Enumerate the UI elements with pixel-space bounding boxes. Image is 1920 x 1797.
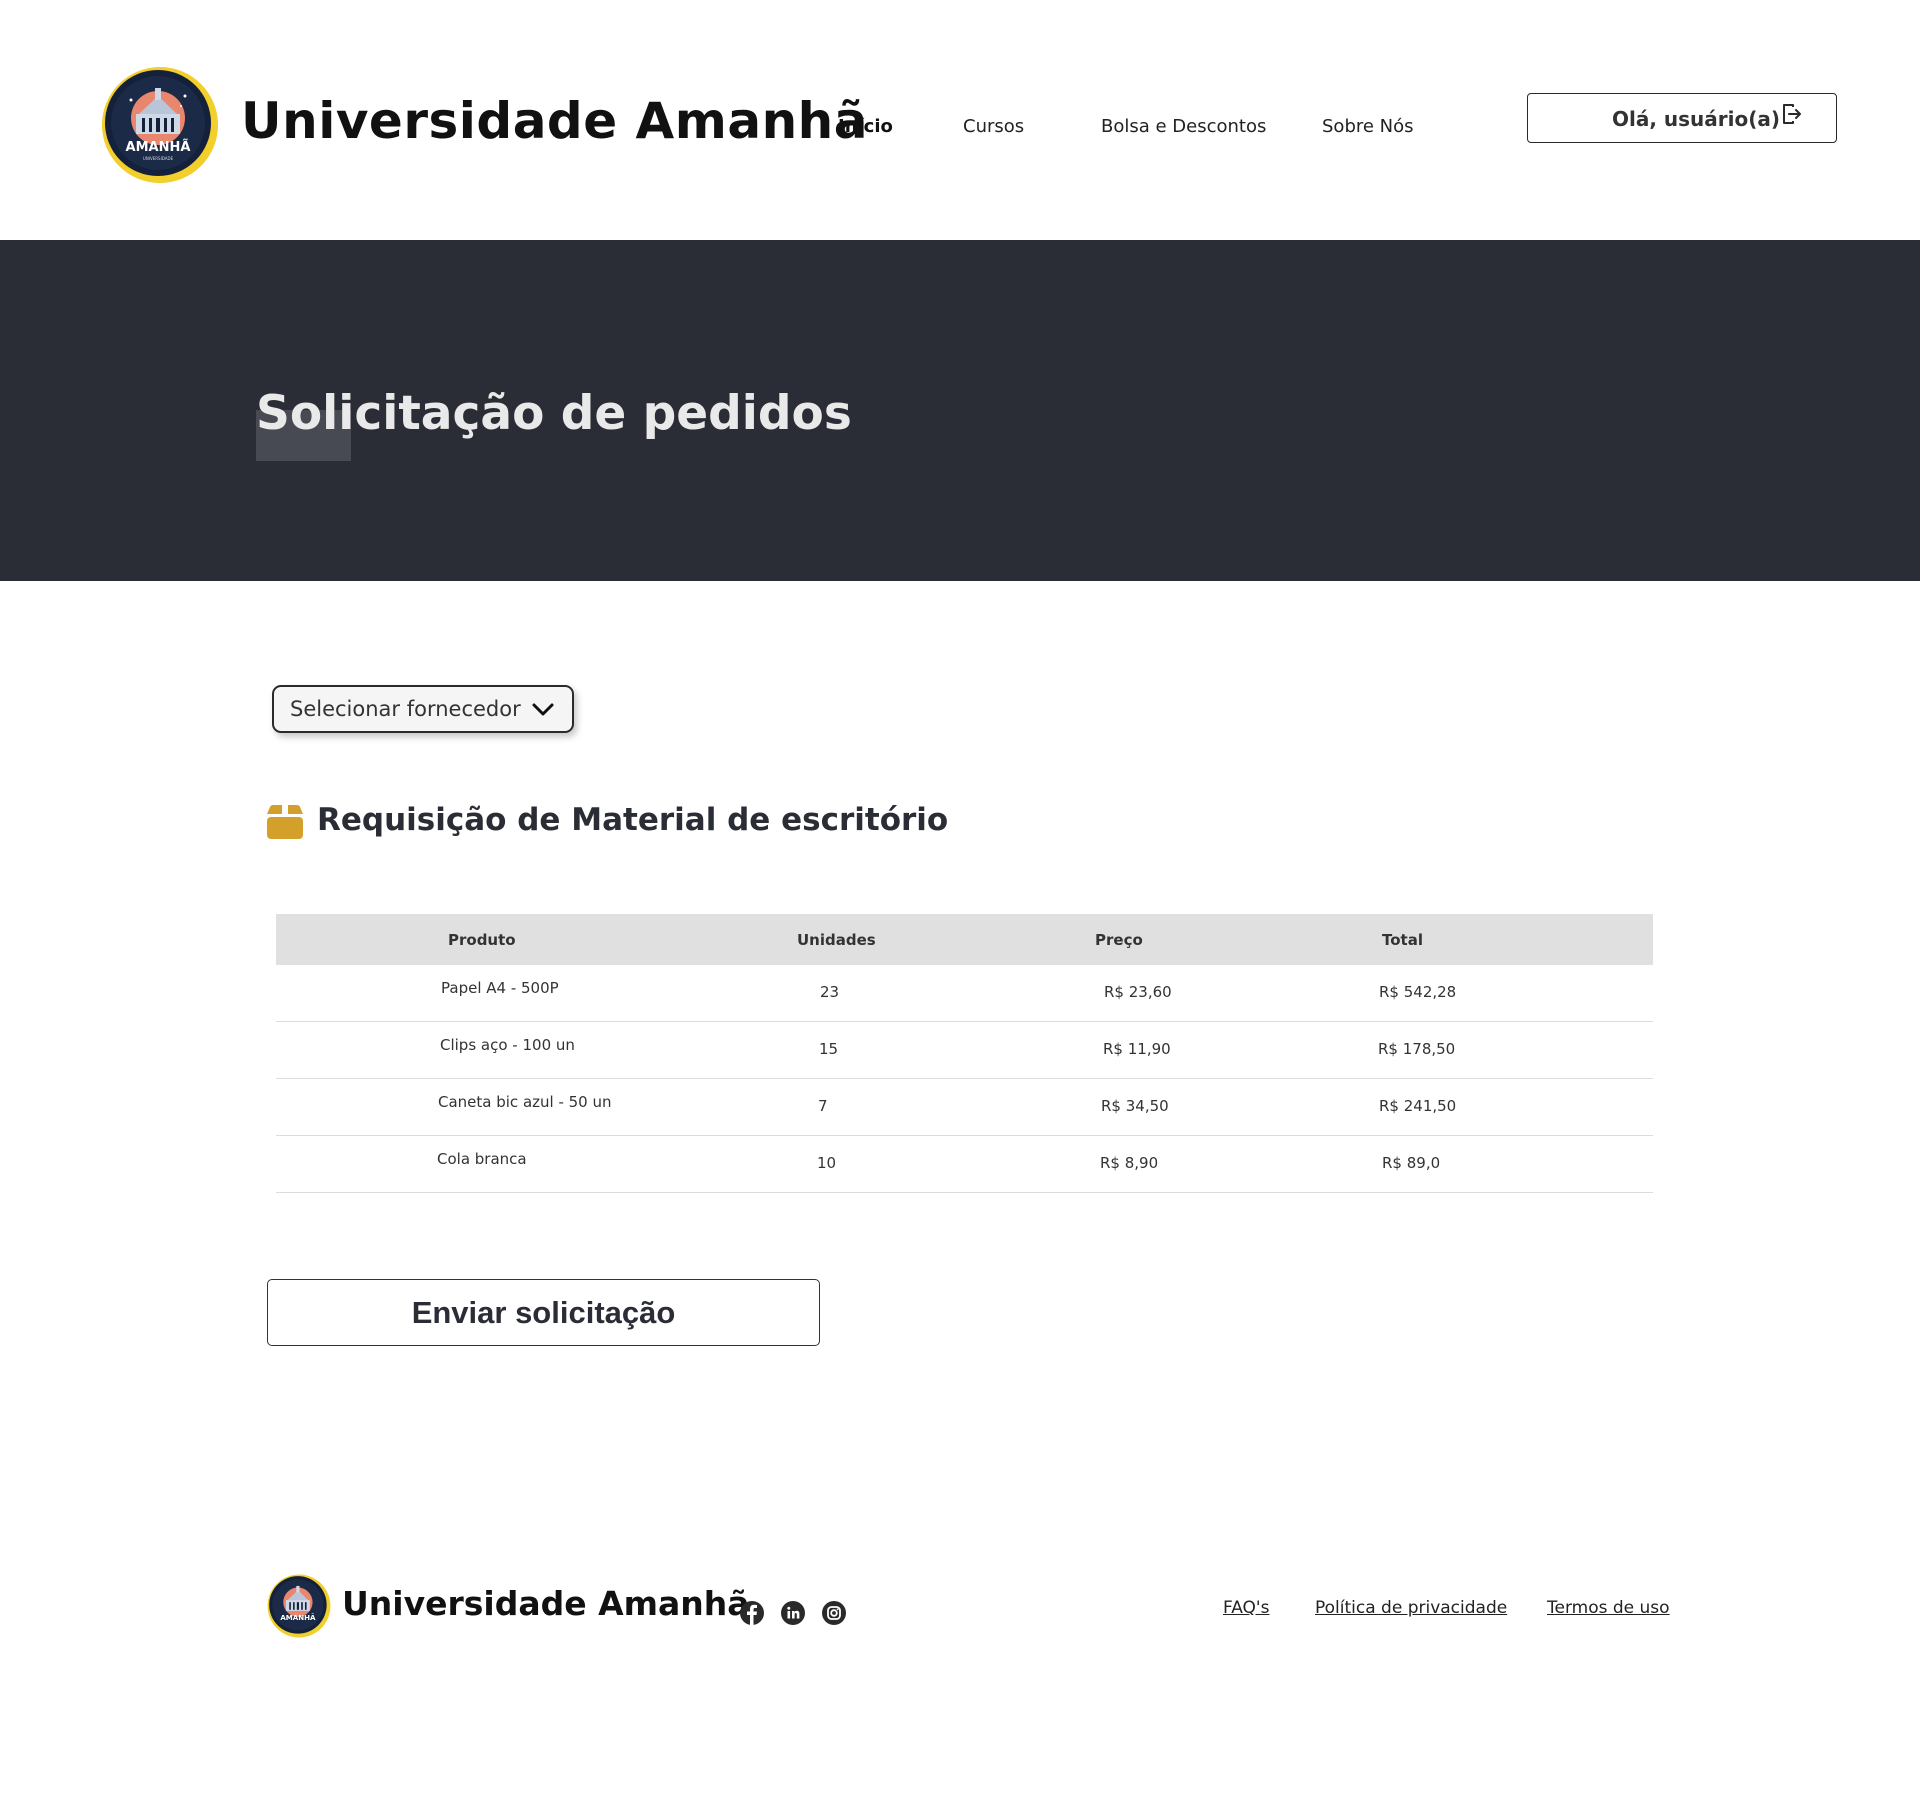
- column-header-total: Total: [1382, 931, 1423, 949]
- cell-unidades: 23: [820, 983, 840, 1001]
- column-header-unidades: Unidades: [797, 931, 876, 949]
- footer-link-faqs[interactable]: FAQ's: [1223, 1598, 1269, 1618]
- site-header: AMANHÃ UNIVERSIDADE Universidade Amanhã …: [0, 0, 1920, 240]
- cell-produto: Caneta bic azul - 50 un: [438, 1093, 612, 1111]
- site-title[interactable]: Universidade Amanhã: [241, 92, 868, 150]
- cell-unidades: 15: [819, 1040, 839, 1058]
- cell-unidades: 7: [818, 1097, 828, 1115]
- footer-title: Universidade Amanhã: [342, 1584, 750, 1623]
- footer-logo-badge-text: AMANHÃ: [280, 1613, 316, 1622]
- footer-logo[interactable]: AMANHÃ: [267, 1574, 331, 1638]
- order-table: Produto Unidades Preço Total Papel A4 - …: [276, 914, 1653, 1193]
- logo-badge-subtext: UNIVERSIDADE: [143, 156, 174, 161]
- table-row[interactable]: Caneta bic azul - 50 un 7 R$ 34,50 R$ 24…: [276, 1079, 1653, 1136]
- nav-item-inicio[interactable]: Início: [838, 116, 893, 137]
- cell-unidades: 10: [817, 1154, 837, 1172]
- cell-preco: R$ 23,60: [1104, 983, 1172, 1001]
- column-header-produto: Produto: [448, 931, 516, 949]
- facebook-icon[interactable]: [739, 1600, 765, 1626]
- nav-item-cursos[interactable]: Cursos: [963, 116, 1024, 137]
- table-row[interactable]: Cola branca 10 R$ 8,90 R$ 89,0: [276, 1136, 1653, 1193]
- submit-request-button[interactable]: Enviar solicitação: [267, 1279, 820, 1346]
- cell-produto: Clips aço - 100 un: [440, 1036, 575, 1054]
- footer-link-privacy-policy[interactable]: Política de privacidade: [1315, 1598, 1507, 1618]
- cell-total: R$ 241,50: [1379, 1097, 1457, 1115]
- logo-badge-text: AMANHÃ: [126, 139, 191, 155]
- footer-link-terms-of-use[interactable]: Termos de uso: [1547, 1598, 1670, 1618]
- table-header: Produto Unidades Preço Total: [276, 914, 1653, 965]
- table-row[interactable]: Papel A4 - 500P 23 R$ 23,60 R$ 542,28: [276, 965, 1653, 1022]
- linkedin-icon[interactable]: [780, 1600, 806, 1626]
- cell-preco: R$ 34,50: [1101, 1097, 1169, 1115]
- cell-preco: R$ 11,90: [1103, 1040, 1171, 1058]
- chevron-down-icon: [531, 702, 555, 718]
- table-row[interactable]: Clips aço - 100 un 15 R$ 11,90 R$ 178,50: [276, 1022, 1653, 1079]
- column-header-preco: Preço: [1095, 931, 1143, 949]
- user-greeting: Olá, usuário(a): [1612, 107, 1781, 131]
- cell-total: R$ 178,50: [1378, 1040, 1456, 1058]
- cell-total: R$ 89,0: [1382, 1154, 1441, 1172]
- cell-produto: Cola branca: [437, 1150, 527, 1168]
- nav-item-bolsa-e-descontos[interactable]: Bolsa e Descontos: [1101, 116, 1266, 137]
- instagram-icon[interactable]: [821, 1600, 847, 1626]
- submit-request-label: Enviar solicitação: [411, 1295, 676, 1330]
- section-title: Requisição de Material de escritório: [317, 802, 949, 838]
- supplier-select[interactable]: Selecionar fornecedor: [272, 685, 574, 733]
- cell-produto: Papel A4 - 500P: [441, 979, 559, 997]
- nav-item-sobre-nos[interactable]: Sobre Nós: [1322, 116, 1414, 137]
- logout-icon[interactable]: [1781, 102, 1803, 128]
- box-icon: [265, 803, 305, 841]
- supplier-select-label: Selecionar fornecedor: [290, 697, 521, 721]
- page-title: Solicitação de pedidos: [256, 386, 852, 441]
- cell-preco: R$ 8,90: [1100, 1154, 1159, 1172]
- user-button[interactable]: Olá, usuário(a): [1527, 93, 1837, 143]
- cell-total: R$ 542,28: [1379, 983, 1457, 1001]
- university-logo[interactable]: AMANHÃ UNIVERSIDADE: [101, 66, 219, 184]
